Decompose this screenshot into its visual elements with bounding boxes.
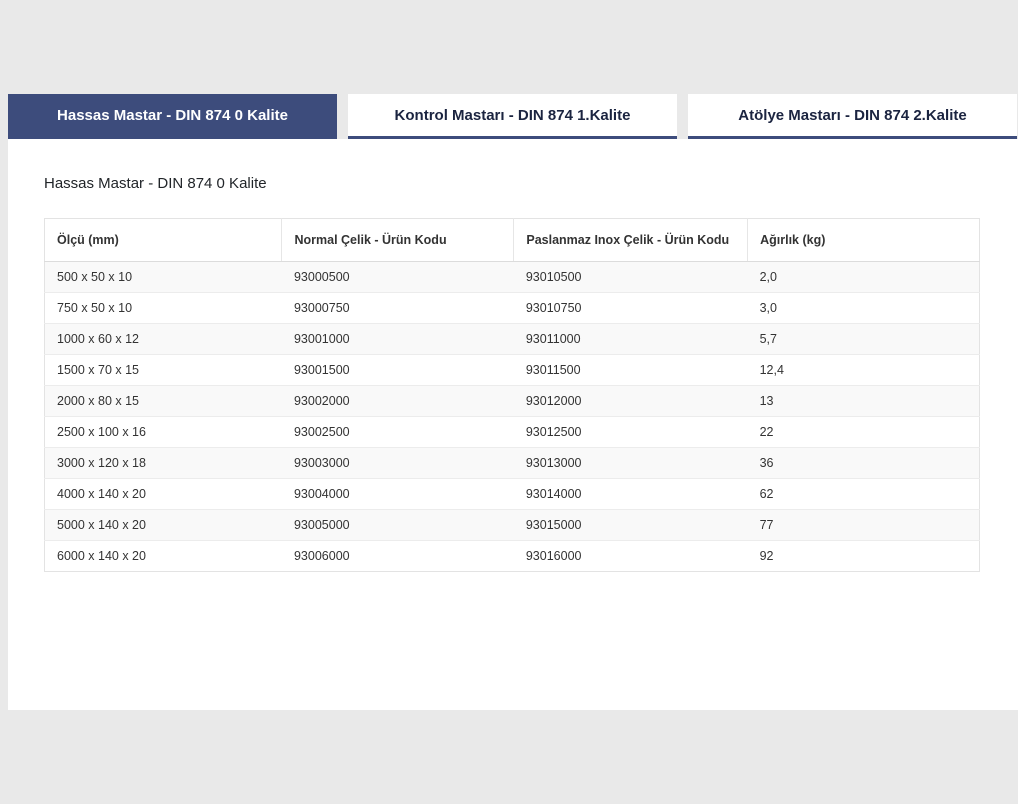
table-cell: 1000 x 60 x 12 (45, 324, 282, 355)
table-body: 500 x 50 x 1093000500930105002,0750 x 50… (45, 262, 980, 572)
table-row: 2500 x 100 x 16930025009301250022 (45, 417, 980, 448)
table-cell: 22 (748, 417, 980, 448)
table-cell: 62 (748, 479, 980, 510)
table-cell: 3,0 (748, 293, 980, 324)
table-cell: 93006000 (282, 541, 514, 572)
table-cell: 93010500 (514, 262, 748, 293)
column-header: Ağırlık (kg) (748, 219, 980, 262)
table-cell: 500 x 50 x 10 (45, 262, 282, 293)
column-header: Paslanmaz Inox Çelik - Ürün Kodu (514, 219, 748, 262)
table-cell: 93005000 (282, 510, 514, 541)
table-row: 1500 x 70 x 15930015009301150012,4 (45, 355, 980, 386)
table-cell: 2000 x 80 x 15 (45, 386, 282, 417)
table-cell: 93016000 (514, 541, 748, 572)
table-cell: 93003000 (282, 448, 514, 479)
table-cell: 36 (748, 448, 980, 479)
table-row: 500 x 50 x 1093000500930105002,0 (45, 262, 980, 293)
table-row: 750 x 50 x 1093000750930107503,0 (45, 293, 980, 324)
table-cell: 93011500 (514, 355, 748, 386)
column-header: Normal Çelik - Ürün Kodu (282, 219, 514, 262)
product-table: Ölçü (mm)Normal Çelik - Ürün KoduPaslanm… (44, 218, 980, 572)
table-cell: 93004000 (282, 479, 514, 510)
table-cell: 93002000 (282, 386, 514, 417)
table-row: 2000 x 80 x 15930020009301200013 (45, 386, 980, 417)
table-cell: 93015000 (514, 510, 748, 541)
table-row: 3000 x 120 x 18930030009301300036 (45, 448, 980, 479)
table-row: 4000 x 140 x 20930040009301400062 (45, 479, 980, 510)
table-row: 1000 x 60 x 1293001000930110005,7 (45, 324, 980, 355)
table-cell: 93000750 (282, 293, 514, 324)
table-header-row: Ölçü (mm)Normal Çelik - Ürün KoduPaslanm… (45, 219, 980, 262)
table-cell: 93002500 (282, 417, 514, 448)
table-cell: 750 x 50 x 10 (45, 293, 282, 324)
table-cell: 13 (748, 386, 980, 417)
table-cell: 93012500 (514, 417, 748, 448)
table-cell: 93001000 (282, 324, 514, 355)
table-cell: 93010750 (514, 293, 748, 324)
content-panel: Hassas Mastar - DIN 874 0 Kalite Ölçü (m… (8, 139, 1018, 710)
table-cell: 2,0 (748, 262, 980, 293)
table-cell: 4000 x 140 x 20 (45, 479, 282, 510)
table-cell: 5000 x 140 x 20 (45, 510, 282, 541)
tab-3[interactable]: Atölye Mastarı - DIN 874 2.Kalite (688, 94, 1017, 139)
tab-1[interactable]: Hassas Mastar - DIN 874 0 Kalite (8, 94, 337, 139)
table-cell: 93013000 (514, 448, 748, 479)
column-header: Ölçü (mm) (45, 219, 282, 262)
table-row: 5000 x 140 x 20930050009301500077 (45, 510, 980, 541)
table-cell: 5,7 (748, 324, 980, 355)
tab-2[interactable]: Kontrol Mastarı - DIN 874 1.Kalite (348, 94, 677, 139)
table-cell: 93012000 (514, 386, 748, 417)
table-cell: 93011000 (514, 324, 748, 355)
table-cell: 93000500 (282, 262, 514, 293)
table-cell: 93001500 (282, 355, 514, 386)
table-cell: 3000 x 120 x 18 (45, 448, 282, 479)
table-cell: 1500 x 70 x 15 (45, 355, 282, 386)
table-cell: 92 (748, 541, 980, 572)
table-cell: 12,4 (748, 355, 980, 386)
table-row: 6000 x 140 x 20930060009301600092 (45, 541, 980, 572)
tab-bar: Hassas Mastar - DIN 874 0 KaliteKontrol … (0, 94, 1018, 139)
table-cell: 93014000 (514, 479, 748, 510)
table-cell: 6000 x 140 x 20 (45, 541, 282, 572)
page-title: Hassas Mastar - DIN 874 0 Kalite (44, 175, 980, 192)
table-cell: 2500 x 100 x 16 (45, 417, 282, 448)
table-cell: 77 (748, 510, 980, 541)
